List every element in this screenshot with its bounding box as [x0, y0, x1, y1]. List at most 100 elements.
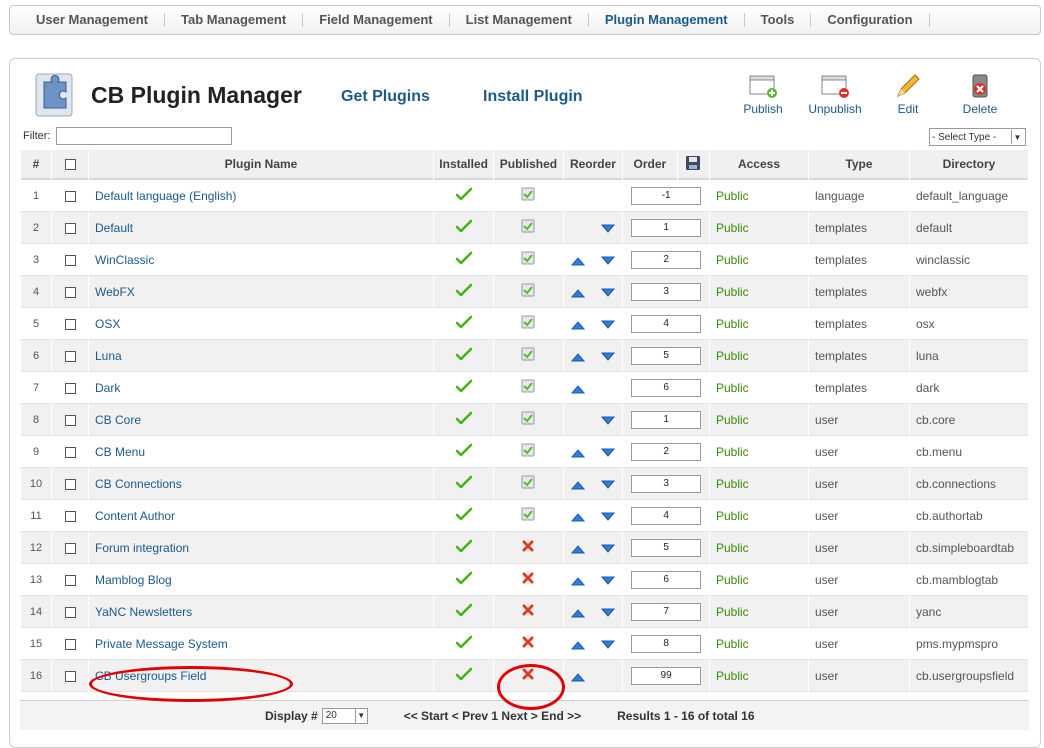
row-checkbox[interactable]	[64, 222, 76, 234]
plugin-name-link[interactable]: Private Message System	[89, 628, 433, 660]
access-level[interactable]: Public	[710, 564, 808, 596]
order-input[interactable]: 3	[631, 474, 702, 493]
edit-button[interactable]: Edit	[878, 72, 938, 116]
order-input[interactable]: 4	[631, 314, 702, 333]
plugin-name-link[interactable]: Forum integration	[89, 532, 433, 564]
unpublish-button[interactable]: Unpublish	[805, 72, 865, 116]
plugin-name-link[interactable]: Default language (English)	[89, 180, 433, 212]
order-input[interactable]: 6	[631, 570, 702, 589]
plugin-name-link[interactable]: CB Connections	[89, 468, 433, 500]
move-up-icon[interactable]	[570, 479, 586, 489]
access-level[interactable]: Public	[710, 340, 808, 372]
row-checkbox[interactable]	[64, 382, 76, 394]
access-level[interactable]: Public	[710, 212, 808, 244]
move-down-icon[interactable]	[600, 639, 616, 649]
row-checkbox[interactable]	[64, 542, 76, 554]
menu-item-tab-management[interactable]: Tab Management	[165, 13, 304, 27]
order-input[interactable]: -1	[631, 186, 702, 205]
move-down-icon[interactable]	[600, 415, 616, 425]
move-down-icon[interactable]	[600, 607, 616, 617]
plugin-name-link[interactable]: CB Core	[89, 404, 433, 436]
access-level[interactable]: Public	[710, 500, 808, 532]
access-level[interactable]: Public	[710, 372, 808, 404]
published-icon[interactable]	[494, 436, 563, 468]
access-level[interactable]: Public	[710, 276, 808, 308]
row-checkbox[interactable]	[64, 286, 76, 298]
published-icon[interactable]	[494, 276, 563, 308]
move-up-icon[interactable]	[570, 351, 586, 361]
access-level[interactable]: Public	[710, 532, 808, 564]
row-checkbox[interactable]	[64, 670, 76, 682]
published-icon[interactable]	[494, 372, 563, 404]
move-down-icon[interactable]	[600, 351, 616, 361]
row-checkbox[interactable]	[64, 414, 76, 426]
published-icon[interactable]	[494, 468, 563, 500]
order-input[interactable]: 2	[631, 442, 702, 461]
move-up-icon[interactable]	[570, 319, 586, 329]
col-name[interactable]: Plugin Name	[89, 150, 433, 180]
delete-button[interactable]: Delete	[950, 72, 1010, 116]
access-level[interactable]: Public	[710, 468, 808, 500]
row-checkbox[interactable]	[64, 190, 76, 202]
access-level[interactable]: Public	[710, 596, 808, 628]
move-down-icon[interactable]	[600, 511, 616, 521]
order-input[interactable]: 1	[631, 410, 702, 429]
published-icon[interactable]	[494, 500, 563, 532]
plugin-name-link[interactable]: Luna	[89, 340, 433, 372]
access-level[interactable]: Public	[710, 244, 808, 276]
plugin-name-link[interactable]: Default	[89, 212, 433, 244]
order-input[interactable]: 5	[631, 346, 702, 365]
order-input[interactable]: 6	[631, 378, 702, 397]
order-input[interactable]: 1	[631, 218, 702, 237]
menu-item-plugin-management[interactable]: Plugin Management	[589, 13, 745, 27]
order-input[interactable]: 5	[631, 538, 702, 557]
menu-item-tools[interactable]: Tools	[745, 13, 812, 27]
pagination-links[interactable]: << Start < Prev 1 Next > End >>	[404, 709, 581, 723]
menu-item-user-management[interactable]: User Management	[20, 13, 165, 27]
plugin-name-link[interactable]: YaNC Newsletters	[89, 596, 433, 628]
select-all-checkbox[interactable]	[64, 159, 76, 171]
move-up-icon[interactable]	[570, 447, 586, 457]
move-up-icon[interactable]	[570, 607, 586, 617]
row-checkbox[interactable]	[64, 478, 76, 490]
move-up-icon[interactable]	[570, 383, 586, 393]
move-down-icon[interactable]	[600, 575, 616, 585]
plugin-name-link[interactable]: Dark	[89, 372, 433, 404]
order-input[interactable]: 8	[631, 634, 702, 653]
published-icon[interactable]	[494, 180, 563, 212]
menu-item-field-management[interactable]: Field Management	[303, 13, 450, 27]
access-level[interactable]: Public	[710, 308, 808, 340]
order-input[interactable]: 3	[631, 282, 702, 301]
menu-item-configuration[interactable]: Configuration	[811, 13, 930, 27]
move-up-icon[interactable]	[570, 543, 586, 553]
move-down-icon[interactable]	[600, 287, 616, 297]
unpublished-icon[interactable]	[494, 628, 563, 660]
filter-input[interactable]	[56, 127, 232, 145]
access-level[interactable]: Public	[710, 628, 808, 660]
move-down-icon[interactable]	[600, 319, 616, 329]
plugin-name-link[interactable]: WinClassic	[89, 244, 433, 276]
move-down-icon[interactable]	[600, 223, 616, 233]
menu-item-list-management[interactable]: List Management	[450, 13, 589, 27]
move-up-icon[interactable]	[570, 287, 586, 297]
order-input[interactable]: 99	[631, 666, 702, 685]
move-up-icon[interactable]	[570, 671, 586, 681]
save-order-icon[interactable]	[685, 155, 701, 171]
move-down-icon[interactable]	[600, 255, 616, 265]
type-select[interactable]: - Select Type - ▼	[929, 128, 1026, 146]
move-up-icon[interactable]	[570, 639, 586, 649]
row-checkbox[interactable]	[64, 606, 76, 618]
published-icon[interactable]	[494, 340, 563, 372]
access-level[interactable]: Public	[710, 436, 808, 468]
order-input[interactable]: 7	[631, 602, 702, 621]
published-icon[interactable]	[494, 244, 563, 276]
get-plugins-link[interactable]: Get Plugins	[341, 88, 430, 106]
row-checkbox[interactable]	[64, 254, 76, 266]
move-down-icon[interactable]	[600, 447, 616, 457]
access-level[interactable]: Public	[710, 404, 808, 436]
plugin-name-link[interactable]: OSX	[89, 308, 433, 340]
access-level[interactable]: Public	[710, 180, 808, 212]
order-input[interactable]: 4	[631, 506, 702, 525]
move-up-icon[interactable]	[570, 575, 586, 585]
publish-button[interactable]: Publish	[733, 72, 793, 116]
